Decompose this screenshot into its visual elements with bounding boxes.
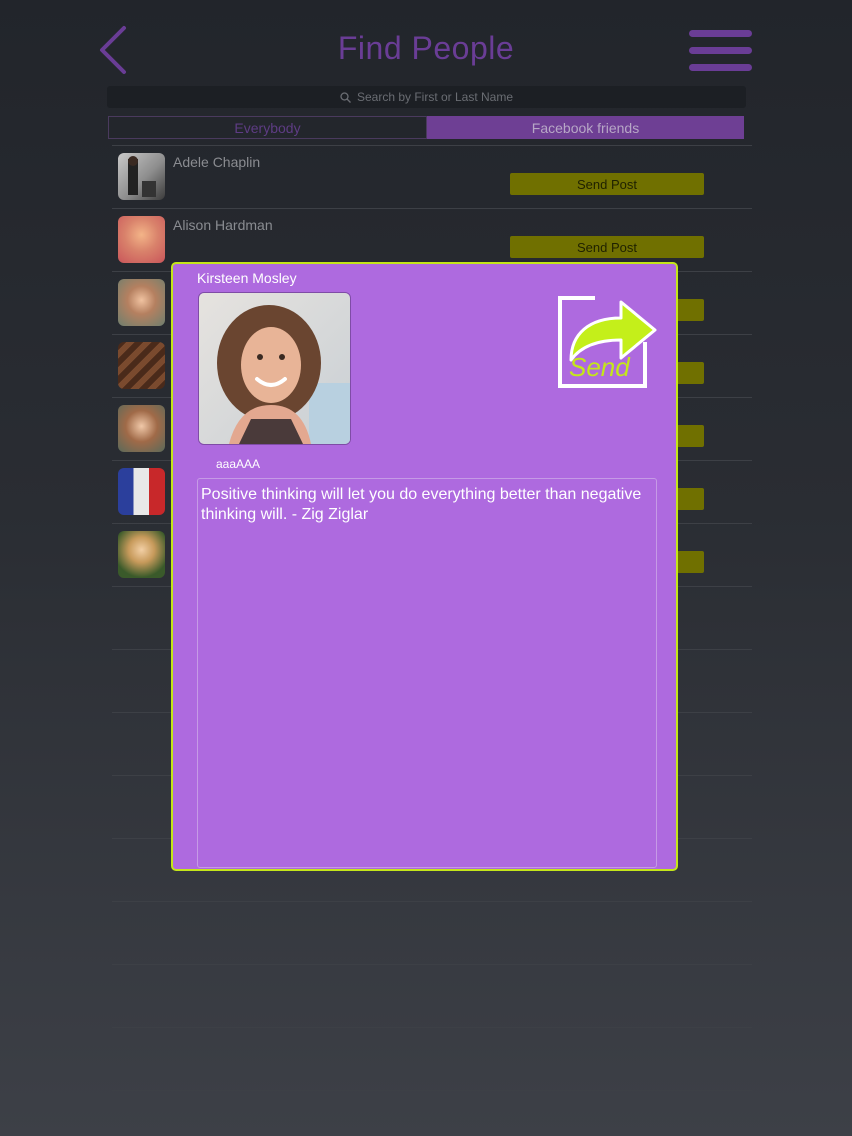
send-post-button[interactable]: Send Post bbox=[510, 236, 704, 258]
recipient-photo bbox=[198, 292, 351, 445]
hamburger-menu-icon bbox=[689, 30, 752, 37]
person-name: Alison Hardman bbox=[173, 217, 273, 233]
tab-facebook-friends[interactable]: Facebook friends bbox=[427, 116, 744, 139]
menu-bar bbox=[689, 64, 752, 71]
avatar bbox=[118, 468, 165, 515]
avatar bbox=[118, 342, 165, 389]
send-button[interactable]: Send bbox=[555, 282, 659, 390]
recipient-name: Kirsteen Mosley bbox=[197, 270, 297, 286]
tab-everybody[interactable]: Everybody bbox=[108, 116, 427, 139]
search-icon bbox=[340, 91, 351, 103]
search-input[interactable]: Search by First or Last Name bbox=[107, 86, 746, 108]
avatar bbox=[118, 531, 165, 578]
avatar bbox=[118, 279, 165, 326]
send-post-dialog: Kirsteen Mosley Send aaaAAA Positive thi… bbox=[171, 262, 678, 871]
menu-bar bbox=[689, 47, 752, 54]
sender-label: aaaAAA bbox=[216, 457, 261, 471]
list-item[interactable]: Adele Chaplin Send Post bbox=[112, 145, 752, 209]
avatar bbox=[118, 405, 165, 452]
send-label: Send bbox=[569, 352, 630, 382]
message-textarea[interactable]: Positive thinking will let you do everyt… bbox=[197, 478, 657, 868]
top-bar: Find People bbox=[0, 0, 852, 90]
filter-tabs: Everybody Facebook friends bbox=[108, 116, 744, 139]
list-item bbox=[112, 902, 752, 965]
list-item bbox=[112, 1028, 752, 1091]
avatar bbox=[118, 153, 165, 200]
hamburger-menu-button[interactable] bbox=[689, 29, 753, 73]
search-placeholder: Search by First or Last Name bbox=[356, 90, 514, 104]
send-post-button[interactable]: Send Post bbox=[510, 173, 704, 195]
list-item bbox=[112, 965, 752, 1028]
person-name: Adele Chaplin bbox=[173, 154, 261, 170]
avatar bbox=[118, 216, 165, 263]
